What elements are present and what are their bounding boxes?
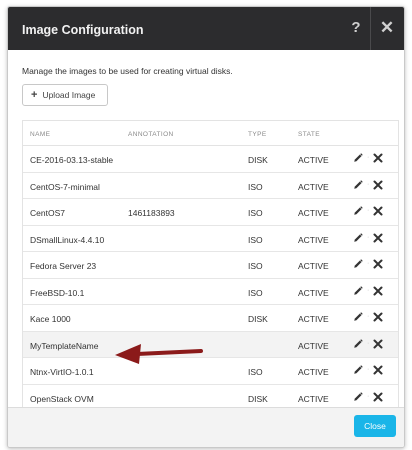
dialog-description: Manage the images to be used for creatin… xyxy=(22,66,233,76)
pencil-icon[interactable] xyxy=(353,179,363,190)
pencil-icon[interactable] xyxy=(353,153,363,163)
table-row[interactable]: Kace 1000 DISK ACTIVE · xyxy=(23,305,398,332)
pencil-icon[interactable] xyxy=(353,391,363,402)
delete-icon[interactable] xyxy=(373,312,383,322)
cell-state: ACTIVE xyxy=(298,367,329,377)
pencil-icon[interactable] xyxy=(353,232,363,243)
cell-state: ACTIVE xyxy=(298,261,329,271)
cell-name: Ntnx-VirtIO-1.0.1 xyxy=(30,367,94,377)
row-actions: · xyxy=(353,232,383,243)
action-separator: · xyxy=(367,180,370,188)
action-separator: · xyxy=(367,366,370,373)
row-actions: · xyxy=(353,338,383,349)
cell-name: CentOS7 xyxy=(30,208,65,218)
table-row[interactable]: CE-2016-03.13-stable DISK ACTIVE · xyxy=(23,146,398,173)
table-row[interactable]: OpenStack OVM DISK ACTIVE · xyxy=(23,385,398,409)
help-icon[interactable]: ? xyxy=(348,18,364,38)
pencil-icon[interactable] xyxy=(353,338,363,349)
dialog-title: Image Configuration xyxy=(22,23,144,37)
dialog-footer: Close xyxy=(8,407,404,447)
delete-icon[interactable] xyxy=(373,180,383,190)
cell-name: MyTemplateName xyxy=(30,340,99,351)
close-button[interactable]: Close xyxy=(354,415,396,437)
close-icon[interactable]: ✕ xyxy=(379,18,395,38)
column-header-name: NAME xyxy=(30,131,51,138)
table-row[interactable]: CentOS7 1461183893 ISO ACTIVE · xyxy=(23,199,398,226)
table-row[interactable]: FreeBSD-10.1 ISO ACTIVE · xyxy=(23,279,398,305)
action-separator: · xyxy=(367,233,370,241)
pencil-icon[interactable] xyxy=(353,206,363,216)
action-separator: · xyxy=(367,207,370,214)
action-separator: · xyxy=(367,286,370,294)
cell-type: ISO xyxy=(248,261,263,271)
images-table: NAME ANNOTATION TYPE STATE CE-2016-03.13… xyxy=(22,120,399,408)
table-row[interactable]: Ntnx-VirtIO-1.0.1 ISO ACTIVE · xyxy=(23,358,398,385)
table-header: NAME ANNOTATION TYPE STATE xyxy=(23,120,398,146)
delete-icon[interactable] xyxy=(373,259,383,269)
delete-icon[interactable] xyxy=(373,206,383,216)
table-row[interactable]: DSmallLinux-4.4.10 ISO ACTIVE · xyxy=(23,226,398,252)
action-separator: · xyxy=(367,154,370,161)
cell-state: ACTIVE xyxy=(298,314,329,324)
row-actions: · xyxy=(353,285,383,296)
cell-type: DISK xyxy=(248,314,268,324)
delete-icon[interactable] xyxy=(373,153,383,163)
action-separator: · xyxy=(367,260,370,267)
delete-icon[interactable] xyxy=(373,365,383,375)
row-actions: · xyxy=(353,179,383,190)
column-header-annotation: ANNOTATION xyxy=(128,131,174,138)
image-configuration-dialog: Image Configuration ? ✕ Manage the image… xyxy=(7,6,405,448)
cell-name: OpenStack OVM xyxy=(30,393,94,404)
callout-arrow xyxy=(115,344,203,364)
table-row[interactable]: Fedora Server 23 ISO ACTIVE · xyxy=(23,252,398,279)
cell-type: ISO xyxy=(248,208,263,218)
column-header-type: TYPE xyxy=(248,131,267,138)
delete-icon[interactable] xyxy=(373,339,383,349)
table-row[interactable]: CentOS-7-minimal ISO ACTIVE · xyxy=(23,173,398,199)
cell-state: ACTIVE xyxy=(298,181,329,192)
delete-icon[interactable] xyxy=(373,286,383,296)
cell-state: ACTIVE xyxy=(298,393,329,404)
column-header-state: STATE xyxy=(298,131,320,138)
action-separator: · xyxy=(367,392,370,400)
cell-name: Fedora Server 23 xyxy=(30,261,97,271)
row-actions: · xyxy=(353,259,383,269)
action-separator: · xyxy=(367,313,370,320)
pencil-icon[interactable] xyxy=(353,259,363,269)
delete-icon[interactable] xyxy=(373,233,383,243)
cell-type: DISK xyxy=(248,393,268,404)
cell-type: ISO xyxy=(248,287,263,298)
row-actions: · xyxy=(353,391,383,402)
row-actions: · xyxy=(353,153,383,163)
delete-icon[interactable] xyxy=(373,392,383,402)
cell-state: ACTIVE xyxy=(298,155,329,165)
cell-name: CE-2016-03.13-stable xyxy=(30,155,114,165)
row-actions: · xyxy=(353,312,383,322)
cell-state: ACTIVE xyxy=(298,234,329,245)
cell-state: ACTIVE xyxy=(298,340,329,351)
cell-type: ISO xyxy=(248,234,263,245)
row-actions: · xyxy=(353,206,383,216)
cell-name: DSmallLinux-4.4.10 xyxy=(30,234,105,245)
dialog-header: Image Configuration ? ✕ xyxy=(8,7,404,50)
cell-annotation: 1461183893 xyxy=(128,208,175,218)
cell-type: ISO xyxy=(248,367,263,377)
table-row[interactable]: MyTemplateName ACTIVE · xyxy=(23,331,398,358)
pencil-icon[interactable] xyxy=(353,365,363,375)
cell-name: CentOS-7-minimal xyxy=(30,181,100,192)
upload-image-button[interactable]: + Upload Image xyxy=(22,84,108,106)
cell-state: ACTIVE xyxy=(298,208,329,218)
pencil-icon[interactable] xyxy=(353,312,363,322)
cell-state: ACTIVE xyxy=(298,287,329,298)
action-separator: · xyxy=(367,339,370,347)
cell-name: FreeBSD-10.1 xyxy=(30,287,85,298)
cell-name: Kace 1000 xyxy=(30,314,71,324)
pencil-icon[interactable] xyxy=(353,285,363,296)
header-divider xyxy=(370,7,371,50)
upload-image-label: Upload Image xyxy=(42,90,96,100)
cell-type: ISO xyxy=(248,181,263,192)
row-actions: · xyxy=(353,365,383,375)
plus-icon: + xyxy=(31,88,38,101)
cell-type: DISK xyxy=(248,155,268,165)
